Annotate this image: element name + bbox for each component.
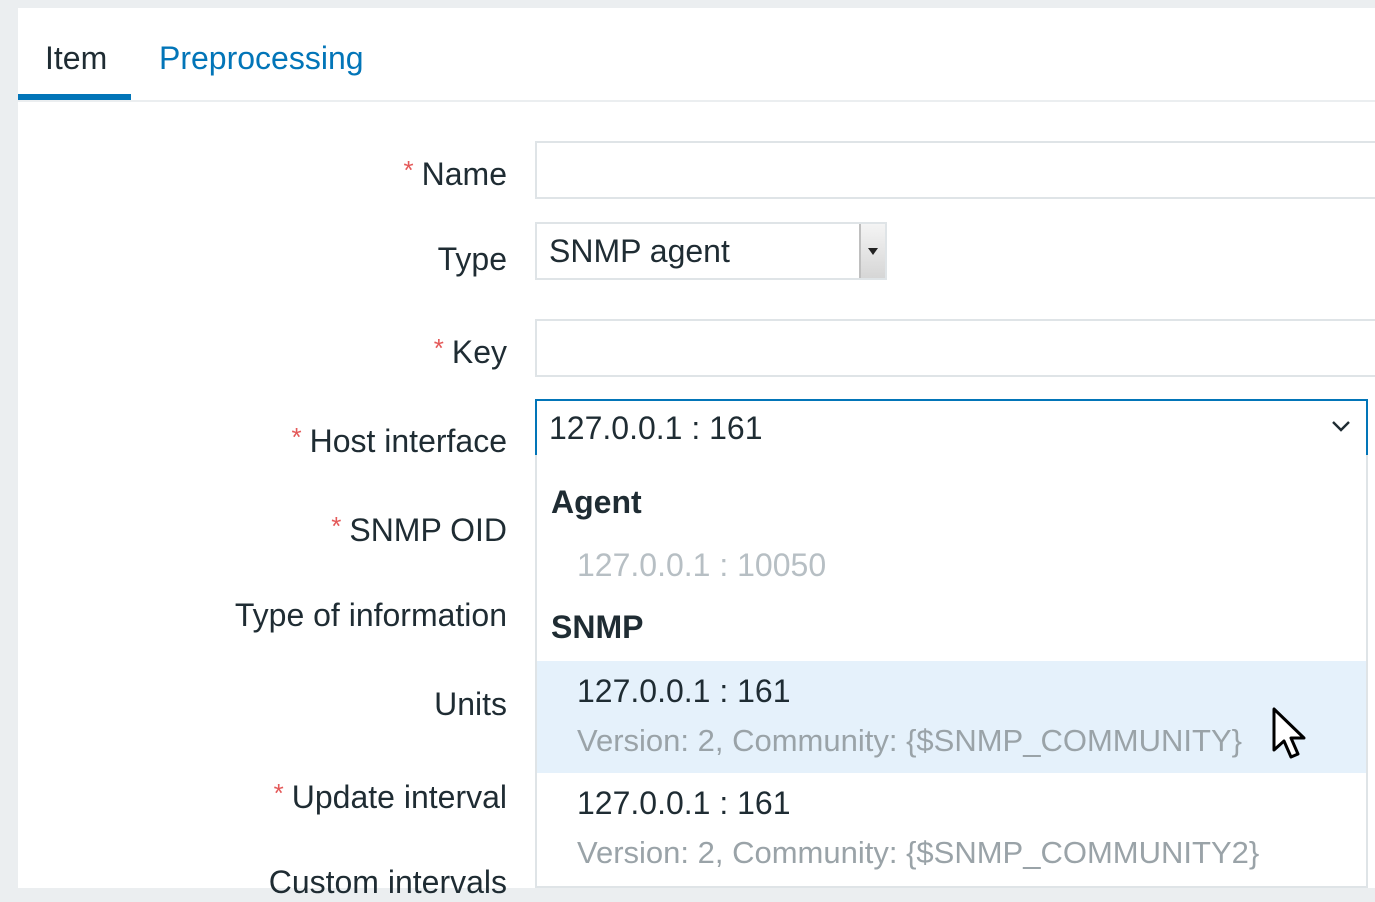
- mouse-cursor-icon: [1272, 707, 1306, 759]
- group-label-snmp: SNMP: [551, 609, 644, 645]
- option-agent-interface: 127.0.0.1 : 10050: [537, 535, 1366, 595]
- host-interface-dropdown: Agent 127.0.0.1 : 10050 SNMP 127.0.0.1 :…: [535, 455, 1368, 888]
- option-details: Version: 2, Community: {$SNMP_COMMUNITY}: [577, 723, 1242, 758]
- type-select-value: SNMP agent: [549, 233, 730, 269]
- option-address: 127.0.0.1 : 161: [577, 785, 791, 821]
- type-select[interactable]: SNMP agent: [535, 222, 887, 280]
- chevron-down-icon[interactable]: [1330, 415, 1352, 437]
- tab-bar: Item Preprocessing: [18, 8, 1375, 102]
- host-interface-select[interactable]: 127.0.0.1 : 161: [535, 399, 1368, 457]
- tab-preprocessing[interactable]: Preprocessing: [159, 38, 364, 78]
- required-marker: *: [291, 422, 302, 452]
- units-label: Units: [434, 686, 507, 722]
- update-interval-label: * Update interval: [273, 778, 507, 815]
- option-details: Version: 2, Community: {$SNMP_COMMUNITY2…: [577, 835, 1260, 870]
- option-snmp-interface-1[interactable]: 127.0.0.1 : 161 Version: 2, Community: {…: [537, 661, 1366, 773]
- name-input[interactable]: [535, 141, 1375, 199]
- option-address: 127.0.0.1 : 161: [577, 673, 791, 709]
- required-marker: *: [331, 511, 342, 541]
- key-label: * Key: [433, 333, 507, 370]
- required-marker: *: [273, 778, 284, 808]
- key-input[interactable]: [535, 319, 1375, 377]
- group-label-agent: Agent: [551, 484, 642, 520]
- snmp-oid-label: * SNMP OID: [331, 511, 507, 548]
- option-snmp-interface-2[interactable]: 127.0.0.1 : 161 Version: 2, Community: {…: [537, 773, 1366, 886]
- name-label: * Name: [403, 155, 507, 192]
- custom-intervals-label: Custom intervals: [268, 864, 507, 900]
- type-of-information-label: Type of information: [234, 597, 507, 633]
- type-label: Type: [437, 241, 507, 277]
- host-interface-value: 127.0.0.1 : 161: [549, 410, 763, 446]
- active-tab-indicator: [18, 94, 131, 100]
- host-interface-label: * Host interface: [291, 422, 507, 459]
- tab-item[interactable]: Item: [45, 38, 107, 78]
- select-arrow-icon[interactable]: [859, 224, 885, 278]
- required-marker: *: [403, 155, 414, 185]
- option-address: 127.0.0.1 : 10050: [577, 547, 827, 583]
- required-marker: *: [433, 333, 444, 363]
